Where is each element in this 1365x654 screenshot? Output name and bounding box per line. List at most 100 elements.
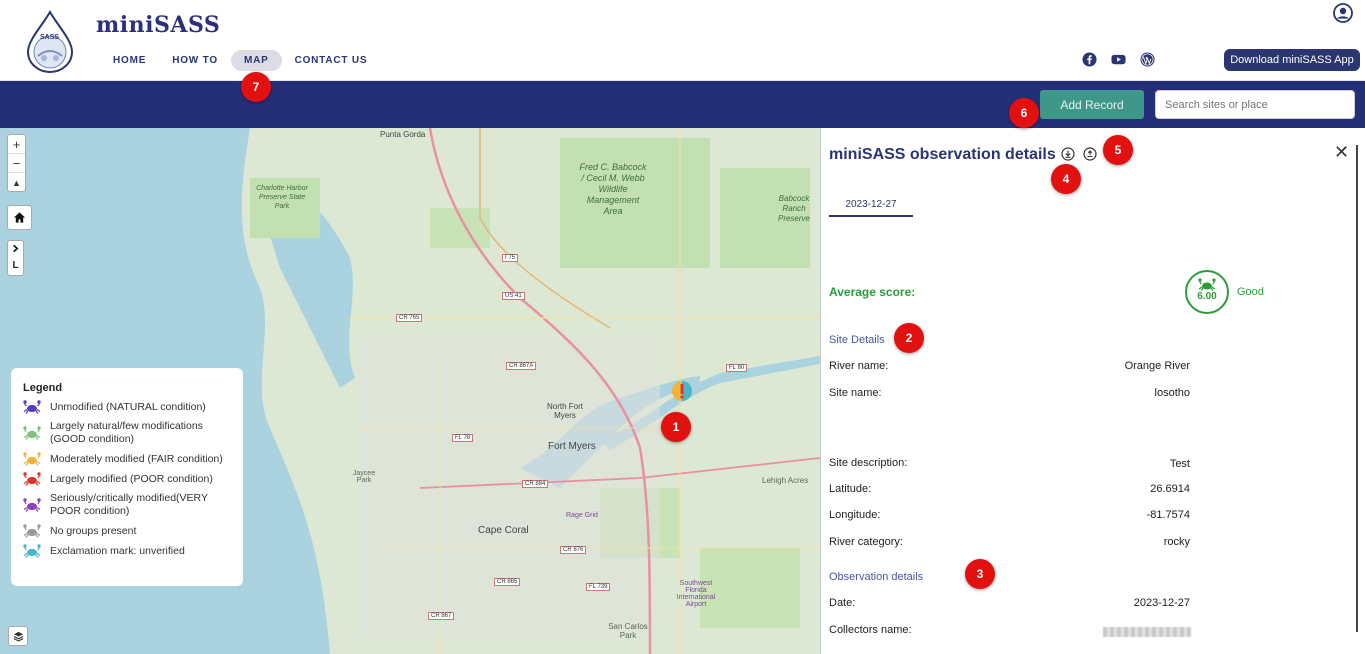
site-name-label: Site name: xyxy=(829,387,882,399)
annotation-badge-2: 2 xyxy=(894,323,924,353)
site-description-value: Test xyxy=(1169,458,1190,470)
legend-item: Largely natural/few modifications (GOOD … xyxy=(23,420,231,446)
score-condition: Good xyxy=(1237,286,1264,298)
crab-icon xyxy=(23,524,41,538)
crab-icon xyxy=(23,544,41,558)
map-label-wildlife-area: Fred C. Babcock / Cecil M. Webb Wildlife… xyxy=(579,162,647,216)
legend-item-label: No groups present xyxy=(50,524,137,537)
minisass-logo[interactable] xyxy=(24,10,76,74)
annotation-badge-6: 6 xyxy=(1009,98,1039,128)
legend-item: Exclamation mark: unverified xyxy=(23,544,231,558)
zoom-in-button[interactable]: + xyxy=(8,135,25,154)
zoom-control: + − ▲ xyxy=(7,134,26,192)
annotation-badge-7: 7 xyxy=(241,72,271,102)
annotation-badge-4: 4 xyxy=(1051,164,1081,194)
score-badge: 6.00 xyxy=(1185,270,1229,314)
map-legend: Legend Unmodified (NATURAL condition) Lar… xyxy=(11,368,243,586)
score-value: 6.00 xyxy=(1197,291,1217,302)
page: SASS miniSASS HOME HOW TO MAP CONTACT US… xyxy=(0,0,1365,654)
zoom-out-button[interactable]: − xyxy=(8,154,25,173)
nav-contact-us[interactable]: CONTACT US xyxy=(282,50,381,71)
search-input[interactable] xyxy=(1155,90,1355,119)
layers-button[interactable] xyxy=(8,626,28,646)
latitude-label: Latitude: xyxy=(829,483,872,495)
legend-item-label: Seriously/critically modified(VERY POOR … xyxy=(50,492,208,517)
longitude-value: -81.7574 xyxy=(1146,509,1190,521)
map-label-cape-coral: Cape Coral xyxy=(478,525,529,536)
longitude-label: Longitude: xyxy=(829,509,881,521)
river-category-value: rocky xyxy=(1163,536,1190,548)
nav-map[interactable]: MAP xyxy=(230,50,282,71)
legend-item-label: Exclamation mark: unverified xyxy=(50,544,185,557)
map-label-fort-myers: Fort Myers xyxy=(548,441,596,452)
legend-item-label: Largely natural/few modifications (GOOD … xyxy=(50,420,203,445)
map-label-san-carlos: San Carlos Park xyxy=(608,622,648,640)
crab-icon xyxy=(23,426,41,440)
map-toolbar: Add Record xyxy=(0,81,1365,128)
road-shield: CR 865 xyxy=(494,578,521,586)
home-view-button[interactable] xyxy=(7,205,32,230)
sidebar-toggle-label: L xyxy=(12,260,19,271)
map-label-preserve: Charlotte Harbor Preserve State Park xyxy=(256,185,308,210)
chevron-right-icon xyxy=(13,244,19,253)
road-shield: FL 739 xyxy=(586,583,611,591)
nav-home[interactable]: HOME xyxy=(100,50,159,71)
download-icon[interactable] xyxy=(1061,147,1075,161)
close-panel-button[interactable]: ✕ xyxy=(1334,142,1349,163)
home-icon xyxy=(13,212,26,223)
map-label-airport: Southwest Florida International Airport xyxy=(676,580,716,608)
legend-item: Seriously/critically modified(VERY POOR … xyxy=(23,492,231,518)
site-description-label: Site description: xyxy=(829,457,908,469)
river-category-label: River category: xyxy=(829,536,903,548)
main-nav: HOME HOW TO MAP CONTACT US xyxy=(100,50,380,71)
youtube-icon[interactable] xyxy=(1111,52,1126,67)
panel-scrollbar[interactable] xyxy=(1356,145,1358,632)
map-label-punta-gorda: Punta Gorda xyxy=(380,130,426,139)
site-marker[interactable] xyxy=(671,380,693,402)
site-details-heading: Site Details xyxy=(829,334,885,346)
road-shield: FL 80 xyxy=(726,364,748,372)
road-shield: CR 765 xyxy=(396,314,423,322)
legend-item-label: Largely modified (POOR condition) xyxy=(50,472,213,485)
download-app-button[interactable]: Download miniSASS App xyxy=(1224,49,1360,71)
map-label-babcock: Babcock Ranch Preserve xyxy=(777,194,810,223)
collectors-name-label: Collectors name: xyxy=(829,624,912,636)
road-shield: CR 884 xyxy=(522,480,549,488)
brand-title[interactable]: miniSASS xyxy=(96,12,220,38)
layers-icon xyxy=(13,631,23,642)
collectors-name-value-redacted xyxy=(1103,627,1191,637)
crab-icon xyxy=(1198,278,1216,291)
site-header: SASS miniSASS HOME HOW TO MAP CONTACT US… xyxy=(0,0,1365,81)
river-name-label: River name: xyxy=(829,360,889,372)
nav-how-to[interactable]: HOW TO xyxy=(159,50,231,71)
river-name-value: Orange River xyxy=(1124,360,1190,372)
sidebar-toggle-button[interactable]: L xyxy=(7,240,24,276)
legend-item: Largely modified (POOR condition) xyxy=(23,472,231,486)
road-shield: CR 867 xyxy=(428,612,455,620)
map-label-lehigh-acres: Lehigh Acres xyxy=(762,476,809,485)
facebook-icon[interactable] xyxy=(1082,52,1097,67)
wordpress-icon[interactable] xyxy=(1140,52,1155,67)
map-label-rage: Rage Grid xyxy=(566,512,598,519)
legend-item-label: Moderately modified (FAIR condition) xyxy=(50,452,223,465)
logo-text: SASS xyxy=(40,34,60,41)
reset-north-button[interactable]: ▲ xyxy=(8,173,25,192)
social-links xyxy=(1082,52,1155,67)
crab-icon xyxy=(23,452,41,466)
crab-icon xyxy=(23,400,41,414)
user-circle-icon[interactable] xyxy=(1333,3,1353,23)
add-record-button[interactable]: Add Record xyxy=(1040,90,1144,119)
observation-details-panel: miniSASS observation details ✕ 2023-12-2… xyxy=(820,128,1358,654)
annotation-badge-5: 5 xyxy=(1103,135,1133,165)
road-shield: US 41 xyxy=(502,292,525,300)
legend-title: Legend xyxy=(23,382,63,394)
legend-item: No groups present xyxy=(23,524,231,538)
average-score-label: Average score: xyxy=(829,285,916,299)
share-icon[interactable] xyxy=(1083,147,1097,161)
legend-item-label: Unmodified (NATURAL condition) xyxy=(50,400,206,413)
road-shield: I 75 xyxy=(502,254,519,262)
annotation-badge-1: 1 xyxy=(661,412,691,442)
crab-icon xyxy=(23,498,41,512)
tab-observation-date[interactable]: 2023-12-27 xyxy=(829,199,913,217)
observation-details-heading: Observation details xyxy=(829,571,924,583)
